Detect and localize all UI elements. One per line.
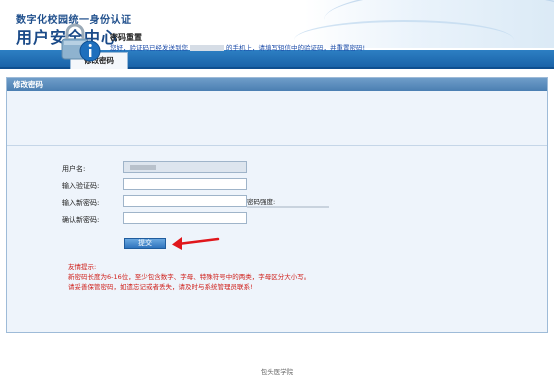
username-label: 用户名:	[62, 165, 86, 173]
submit-button[interactable]: 提交	[124, 238, 166, 249]
new-password-input[interactable]	[123, 195, 247, 207]
red-arrow-icon	[172, 237, 220, 250]
tips-line-2: 请妥善保管密码，如遗忘记或者丢失，请及时与系统管理员联系!	[68, 283, 253, 291]
code-label: 输入验证码:	[62, 182, 100, 190]
password-strength-label: 密码强度:	[247, 198, 276, 206]
confirm-password-input[interactable]	[123, 212, 247, 224]
notice-text-after: 的手机上，请填写短信中的验证码，并重置密码!	[226, 44, 366, 52]
redacted-username	[130, 165, 156, 170]
password-strength-bar	[247, 206, 329, 208]
verification-code-input[interactable]	[123, 178, 247, 190]
new-password-label: 输入新密码:	[62, 199, 100, 207]
tips-title: 友情提示:	[68, 263, 97, 271]
redacted-phone	[190, 45, 224, 51]
notice-text-before: 您好，验证码已经发送到您	[110, 44, 188, 52]
lock-info-icon	[61, 23, 101, 62]
username-field	[123, 161, 247, 173]
tips-line-1: 新密码长度为6-16位，至少包含数字、字母、特殊符号中的两类，字母区分大小写。	[68, 273, 311, 281]
panel-heading: 修改密码	[7, 78, 547, 91]
tips-block: 友情提示: 新密码长度为6-16位，至少包含数字、字母、特殊符号中的两类，字母区…	[68, 262, 310, 292]
notice-area	[7, 91, 547, 146]
footer-text: 包头医学院	[260, 368, 294, 376]
confirm-password-label: 确认新密码:	[62, 216, 100, 224]
notice-message: 您好，验证码已经发送到您 的手机上，请填写短信中的验证码，并重置密码!	[110, 42, 365, 52]
